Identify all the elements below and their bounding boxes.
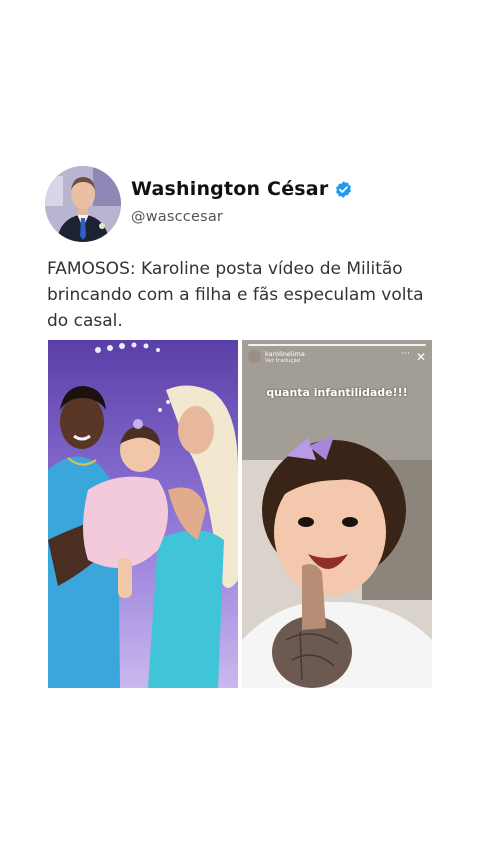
author-name-row: Washington César [131,178,353,200]
story-avatar[interactable] [248,350,261,363]
story-username[interactable]: karolinelima [265,350,305,358]
avatar-photo [45,166,121,242]
media-image-left[interactable] [48,340,238,688]
story-subtext[interactable]: Ver tradução [265,358,300,364]
verified-badge-icon [334,180,353,199]
more-options-icon[interactable]: ··· [401,349,410,359]
story-header: karolinelima Ver tradução ··· ✕ [242,340,432,370]
author-handle[interactable]: @wasccesar [131,209,223,225]
story-caption: quanta infantilidade!!! [266,386,408,399]
close-icon[interactable]: ✕ [416,351,426,363]
story-progress-bar [248,344,426,346]
author-avatar[interactable] [45,166,121,242]
author-name[interactable]: Washington César [131,178,328,200]
post-text: FAMOSOS: Karoline posta vídeo de Militão… [47,259,424,331]
family-party-photo [48,340,238,688]
post-card: Washington César @wasccesar FAMOSOS: Kar… [0,0,480,854]
media-image-right[interactable]: karolinelima Ver tradução ··· ✕ quanta i… [242,340,432,688]
